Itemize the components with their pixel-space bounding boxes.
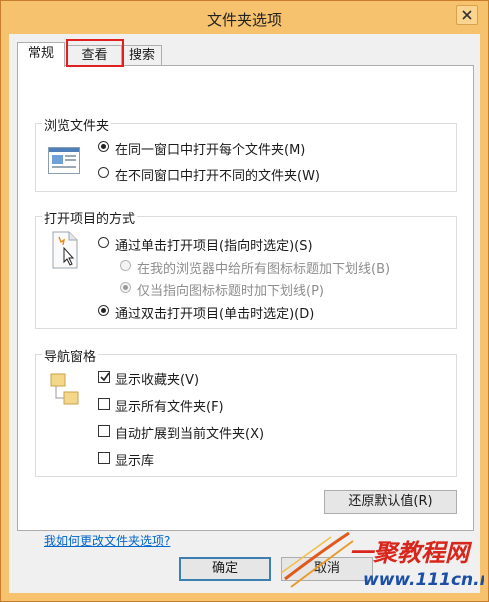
show-all-folders-checkbox[interactable] <box>98 398 110 410</box>
restore-defaults-button[interactable]: 还原默认值(R) <box>324 490 457 514</box>
checkmark-icon <box>100 372 110 382</box>
browse-folders-group: 浏览文件夹 在同一窗口中打开每个文件夹(M) 在不同窗口中打开不同的文件夹(W) <box>35 115 457 192</box>
underline-all-radio <box>120 260 131 271</box>
site-watermark: 一聚教程网 www.111cn.net <box>279 529 489 595</box>
double-click-radio[interactable] <box>98 305 109 316</box>
general-tab-panel: 浏览文件夹 在同一窗口中打开每个文件夹(M) 在不同窗口中打开不同的文件夹(W) <box>17 65 474 548</box>
new-window-radio[interactable] <box>98 167 109 178</box>
click-items-group: 打开项目的方式 通过单击打开项目(指向时选定)(S) 在我的浏览器中给所有图标标… <box>35 208 457 329</box>
help-link[interactable]: 我如何更改文件夹选项? <box>44 532 170 549</box>
title-bar[interactable]: 文件夹选项 <box>1 1 488 34</box>
close-icon <box>462 10 472 20</box>
svg-text:www.111cn.net: www.111cn.net <box>363 570 484 590</box>
show-all-folders-label: 显示所有文件夹(F) <box>115 400 224 415</box>
folder-options-window: 文件夹选项 常规 查看 搜索 浏览文件夹 在同一窗口中打开每个文件夹(M) 在不… <box>0 0 489 602</box>
show-favorites-label: 显示收藏夹(V) <box>115 373 200 388</box>
show-libraries-label: 显示库 <box>115 454 155 469</box>
browse-folders-title: 浏览文件夹 <box>42 115 112 134</box>
show-libraries-checkbox[interactable] <box>98 452 110 464</box>
watermark-logo: 一聚教程网 www.111cn.net <box>280 531 489 590</box>
show-favorites-checkbox[interactable] <box>98 371 110 383</box>
double-click-label: 通过双击打开项目(单击时选定)(D) <box>115 307 315 322</box>
single-click-label: 通过单击打开项目(指向时选定)(S) <box>115 239 313 254</box>
same-window-label: 在同一窗口中打开每个文件夹(M) <box>115 143 306 158</box>
underline-point-label: 仅当指向图标标题时加下划线(P) <box>137 284 324 299</box>
same-window-radio[interactable] <box>98 141 109 152</box>
auto-expand-label: 自动扩展到当前文件夹(X) <box>115 427 265 442</box>
svg-text:一聚教程网: 一聚教程网 <box>349 539 473 567</box>
underline-point-radio <box>120 282 131 293</box>
navigation-pane-group: 导航窗格 显示收藏夹(V) 显示所有文件夹(F) 自动扩展到当前文件夹(X) 显… <box>35 346 457 477</box>
dialog-body: 常规 查看 搜索 浏览文件夹 在同一窗口中打开每个文件夹(M) 在不同窗口中打开… <box>9 34 480 593</box>
ok-button[interactable]: 确定 <box>179 557 271 581</box>
tab-general[interactable]: 常规 <box>17 42 65 67</box>
window-icon <box>48 147 80 174</box>
click-items-title: 打开项目的方式 <box>42 208 138 227</box>
underline-all-label: 在我的浏览器中给所有图标标题加下划线(B) <box>137 262 391 277</box>
auto-expand-checkbox[interactable] <box>98 425 110 437</box>
new-window-label: 在不同窗口中打开不同的文件夹(W) <box>115 169 320 184</box>
folder-tree-icon <box>50 373 79 405</box>
click-cursor-icon <box>52 231 78 269</box>
window-title: 文件夹选项 <box>206 11 282 29</box>
navigation-pane-title: 导航窗格 <box>42 346 99 365</box>
single-click-radio[interactable] <box>98 237 109 248</box>
tab-search[interactable]: 搜索 <box>122 45 162 65</box>
close-button[interactable] <box>456 5 478 25</box>
tab-view-highlight <box>66 39 124 67</box>
